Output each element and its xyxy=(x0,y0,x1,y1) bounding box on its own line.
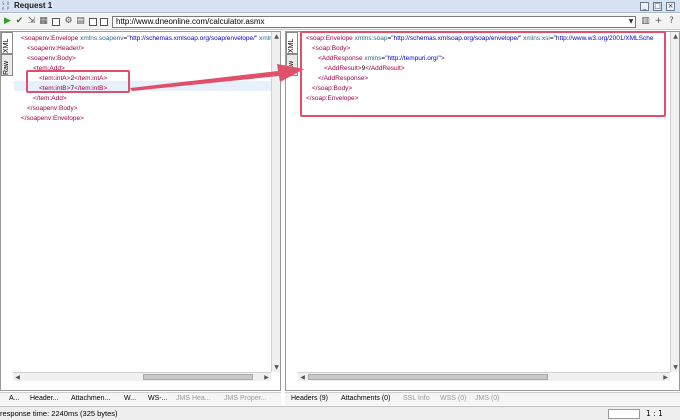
scroll-down-icon[interactable]: ▼ xyxy=(272,363,281,372)
maximize-icon[interactable]: □ xyxy=(653,2,662,11)
code-token: xmlns:soapenv xyxy=(80,35,124,42)
tab-response-attachments[interactable]: Attachments (0) xyxy=(341,395,390,402)
tabs-icon[interactable] xyxy=(100,18,108,26)
tab-headers[interactable]: Header... xyxy=(30,395,58,402)
scroll-right-icon[interactable]: ▶ xyxy=(661,373,670,382)
tab-jms[interactable]: JMS (0) xyxy=(475,395,500,402)
request-bottom-tabs: A... Header... Attachmen... W... WS-... … xyxy=(0,392,281,405)
response-time-label: response time: 2240ms (325 bytes) xyxy=(0,409,118,418)
window-title: Request 1 xyxy=(14,1,53,10)
cancel-icon[interactable] xyxy=(52,18,60,26)
code-token: "http://schemas.xmlsoap.org/soap/envelop… xyxy=(127,35,258,42)
code-token: <soapenv:Header/> xyxy=(27,45,85,52)
chevron-down-icon[interactable]: ▼ xyxy=(627,17,635,27)
code-line[interactable]: </soapenv:Body> xyxy=(27,104,78,114)
code-token: <soapenv:Body> xyxy=(27,55,76,62)
annotation-arrow-icon xyxy=(130,64,304,91)
scroll-left-icon[interactable]: ◀ xyxy=(13,373,22,382)
soapui-logo-icon: S OA P xyxy=(2,1,10,11)
tab-wss[interactable]: W... xyxy=(124,395,136,402)
add-endpoint-icon[interactable]: ▥ xyxy=(640,16,651,27)
tab-jms-headers[interactable]: JMS Hea... xyxy=(176,395,211,402)
tab-jms-properties[interactable]: JMS Proper... xyxy=(224,395,266,402)
tab-attachments[interactable]: Attachmen... xyxy=(71,395,110,402)
close-icon[interactable]: × xyxy=(666,2,675,11)
resize-icon[interactable]: ⇲ xyxy=(26,16,37,27)
scroll-left-icon[interactable]: ◀ xyxy=(298,373,307,382)
settings-icon[interactable]: ⚙ xyxy=(63,16,74,27)
response-highlight-box xyxy=(300,31,666,117)
minimize-icon[interactable]: _ xyxy=(640,2,649,11)
tab-raw[interactable]: Raw xyxy=(1,54,13,76)
tab-wss[interactable]: WSS (0) xyxy=(440,395,466,402)
grid-icon[interactable]: ▦ xyxy=(38,16,49,27)
request-highlight-box xyxy=(26,70,130,93)
scroll-up-icon[interactable]: ▲ xyxy=(671,32,680,41)
tab-auth[interactable]: A... xyxy=(9,395,20,402)
scroll-up-icon[interactable]: ▲ xyxy=(272,32,281,41)
response-bottom-tabs: Headers (9) Attachments (0) SSL Info WSS… xyxy=(285,392,680,405)
status-bar: response time: 2240ms (325 bytes) 1 : 1 xyxy=(0,406,680,420)
progress-box xyxy=(608,409,640,419)
title-bar: S OA P Request 1 _ □ × xyxy=(0,0,680,13)
scroll-thumb[interactable] xyxy=(143,374,253,380)
help-icon[interactable]: ? xyxy=(666,16,677,27)
endpoint-url-input[interactable]: http://www.dneonline.com/calculator.asmx xyxy=(112,16,636,28)
code-token: <soapenv:Envelope xyxy=(21,35,81,42)
plus-icon[interactable]: + xyxy=(653,16,664,27)
code-line[interactable]: </soapenv:Envelope> xyxy=(21,114,84,124)
response-vertical-scrollbar[interactable]: ▲ ▼ xyxy=(670,32,679,372)
cursor-position: 1 : 1 xyxy=(646,409,663,418)
code-line[interactable]: <soapenv:Body> xyxy=(27,54,76,64)
code-line[interactable]: <soapenv:Header/> xyxy=(27,44,84,54)
run-icon[interactable]: ▶ xyxy=(2,16,13,27)
tab-ssl-info[interactable]: SSL Info xyxy=(403,395,430,402)
scroll-right-icon[interactable]: ▶ xyxy=(262,373,271,382)
tab-ws-addressing[interactable]: WS-... xyxy=(148,395,167,402)
scroll-down-icon[interactable]: ▼ xyxy=(671,363,680,372)
outline-icon[interactable]: ▤ xyxy=(75,16,86,27)
check-icon[interactable]: ✔ xyxy=(14,16,25,27)
request-toolbar: ▶ ✔ ⇲ ▦ ⚙ ▤ http://www.dneonline.com/cal… xyxy=(0,14,680,30)
code-line[interactable]: </tem:Add> xyxy=(33,94,67,104)
request-horizontal-scrollbar[interactable]: ◀ ▶ xyxy=(13,372,271,381)
tab-response-headers[interactable]: Headers (9) xyxy=(291,395,328,402)
split-icon[interactable] xyxy=(89,18,97,26)
tab-xml[interactable]: XML xyxy=(286,32,298,54)
code-line[interactable]: <soapenv:Envelope xmlns:soapenv="http://… xyxy=(21,34,271,44)
code-token: </tem:Add> xyxy=(33,95,67,102)
scroll-thumb[interactable] xyxy=(308,374,548,380)
tab-xml[interactable]: XML xyxy=(1,32,13,54)
response-horizontal-scrollbar[interactable]: ◀ ▶ xyxy=(298,372,670,381)
code-token: </soapenv:Body> xyxy=(27,105,78,112)
code-token: xmlns:tem xyxy=(259,35,271,42)
code-token: </soapenv:Envelope> xyxy=(21,115,84,122)
